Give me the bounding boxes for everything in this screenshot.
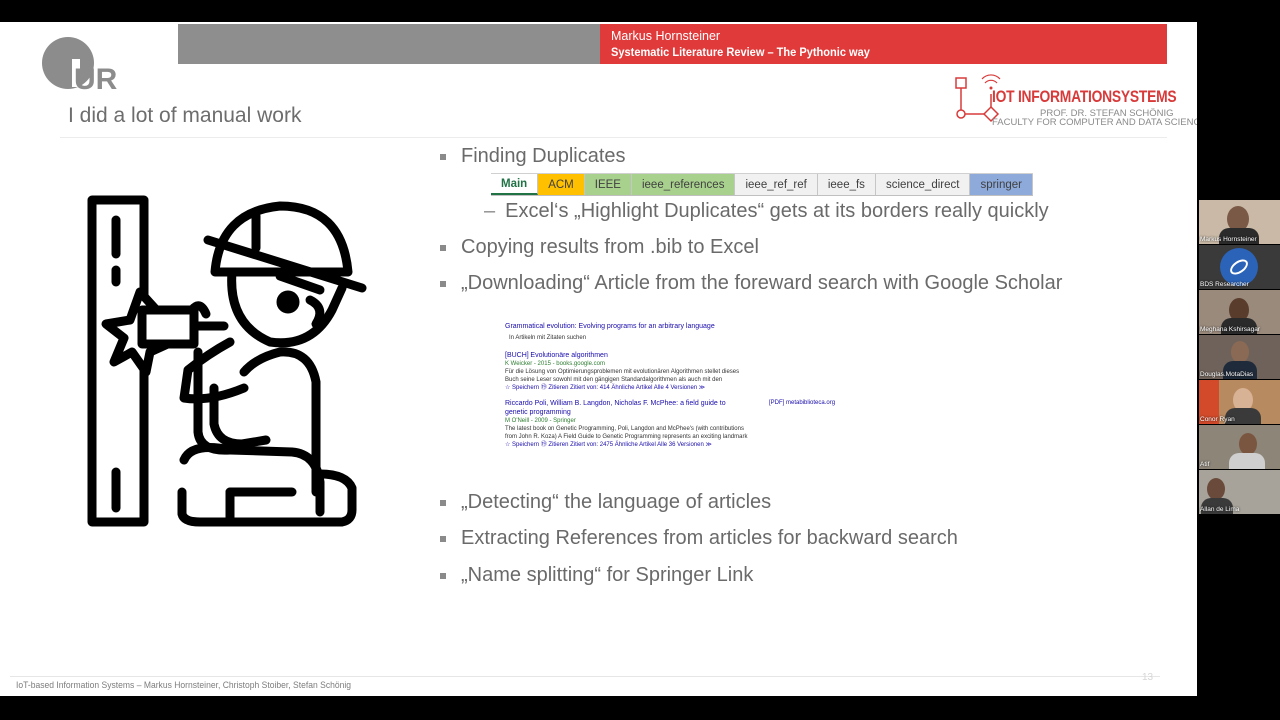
bullet-downloading-articles: „Downloading“ Article from the foreward …	[440, 272, 1062, 295]
participant-name: Markus Hornsteiner	[1200, 236, 1257, 243]
bullet-text: „Downloading“ Article from the foreward …	[461, 272, 1063, 294]
university-logo-icon: UR	[42, 37, 118, 93]
participant-tile[interactable]: Allan de Lima	[1199, 470, 1280, 514]
participant-name: Meghana Kshirsagar	[1200, 326, 1260, 333]
bullet-text: „Detecting“ the language of articles	[461, 491, 772, 513]
header-red-bar: Markus Hornsteiner Systematic Literature…	[600, 24, 1167, 64]
participant-name: Allan de Lima	[1200, 506, 1240, 513]
sheet-tab-ieee-ref-ref: ieee_ref_ref	[735, 174, 818, 195]
participant-name: Conor Ryan	[1200, 416, 1235, 423]
bullet-marker	[440, 535, 446, 542]
bullet-text: Extracting References from articles for …	[461, 527, 958, 549]
participant-name: Atif	[1200, 461, 1210, 468]
slide-title: I did a lot of manual work	[68, 104, 302, 127]
scholar-r2-title: Riccardo Poli, William B. Langdon, Nicho…	[505, 400, 726, 416]
page-number: 13	[1142, 672, 1154, 683]
participant-tile[interactable]: Markus Hornsteiner	[1199, 200, 1280, 244]
scholar-r1-snippet-2: Buch seine Leser sowohl mit den gängigen…	[505, 377, 723, 383]
bullet-copying-results: Copying results from .bib to Excel	[440, 236, 759, 259]
bullet-text: Finding Duplicates	[461, 145, 626, 167]
bullet-marker	[440, 280, 446, 287]
iot-logo-faculty: FACULTY FOR COMPUTER AND DATA SCIENCE	[992, 117, 1197, 128]
scholar-r1-title: Evolutionäre algorithmen	[530, 352, 608, 359]
sub-bullet-highlight-duplicates: – Excel‘s „Highlight Duplicates“ gets at…	[484, 200, 1049, 223]
scholar-r1-meta: K Weicker - 2015 - books.google.com	[505, 361, 605, 367]
bullet-text: Copying results from .bib to Excel	[461, 236, 759, 258]
bullet-finding-duplicates: Finding Duplicates	[440, 145, 626, 168]
bullet-marker	[440, 572, 446, 579]
university-logo-text: UR	[74, 63, 118, 93]
scholar-r2-snippet-1: The latest book on Genetic Programming, …	[505, 426, 744, 432]
bullet-extracting-references: Extracting References from articles for …	[440, 527, 958, 550]
participant-name: Douglas.MotaDias	[1200, 371, 1254, 378]
iot-logo-title: IOT INFORMATIONSYSTEMS	[992, 88, 1177, 106]
participant-tile[interactable]: Meghana Kshirsagar	[1199, 290, 1280, 334]
scholar-r2-links: ☆ Speichern ⑲ Zitieren Zitiert von: 2475…	[505, 442, 712, 448]
sheet-tab-acm: ACM	[538, 174, 585, 195]
sheet-tab-ieee-fs: ieee_fs	[818, 174, 876, 195]
participant-video-strip: Markus Hornsteiner BDS Researcher Meghan…	[1199, 200, 1280, 518]
bullet-name-splitting: „Name splitting“ for Springer Link	[440, 564, 753, 587]
sheet-tab-main: Main	[491, 174, 539, 195]
scholar-top-check: In Artikeln mit Zitaten suchen	[509, 335, 587, 341]
sub-bullet-text: Excel‘s „Highlight Duplicates“ gets at i…	[505, 200, 1049, 222]
bullet-text: „Name splitting“ for Springer Link	[461, 564, 754, 586]
participant-tile[interactable]: Douglas.MotaDias	[1199, 335, 1280, 379]
sub-bullet-marker: –	[484, 200, 496, 222]
presenter-name: Markus Hornsteiner	[611, 29, 721, 43]
scholar-r2-meta: M O'Neill - 2009 - Springer	[505, 418, 576, 424]
scholar-top-title: Grammatical evolution: Evolving programs…	[505, 323, 715, 330]
talk-title: Systematic Literature Review – The Pytho…	[611, 45, 870, 59]
excel-sheet-tabs: Main ACM IEEE ieee_references ieee_ref_r…	[491, 173, 1034, 196]
sheet-tab-ieee: IEEE	[584, 174, 632, 195]
scholar-r1-tag: [BUCH]	[505, 352, 529, 359]
bullet-marker	[440, 244, 446, 251]
footer-divider	[10, 676, 1160, 677]
title-divider	[60, 137, 1167, 138]
participant-name: BDS Researcher	[1200, 281, 1249, 288]
scholar-r2-side: [PDF] metabiblioteca.org	[769, 400, 836, 406]
participant-tile[interactable]: Conor Ryan	[1199, 380, 1280, 424]
google-scholar-screenshot: Grammatical evolution: Evolving programs…	[505, 322, 845, 470]
sheet-tab-ieee-references: ieee_references	[631, 174, 736, 195]
construction-worker-icon	[87, 195, 367, 527]
scholar-r1-snippet-1: Für die Lösung von Optimierungsproblemen…	[505, 369, 740, 375]
bullet-marker	[440, 499, 446, 506]
participant-tile[interactable]: BDS Researcher	[1199, 245, 1280, 289]
scholar-r2-snippet-2: from John R. Koza) A Field Guide to Gene…	[505, 434, 748, 440]
participant-tile[interactable]: Atif	[1199, 425, 1280, 469]
presentation-slide: UR Markus Hornsteiner Systematic Literat…	[0, 22, 1197, 696]
bullet-detecting-language: „Detecting“ the language of articles	[440, 491, 771, 514]
scholar-r1-links: ☆ Speichern ⑲ Zitieren Zitiert von: 414 …	[505, 385, 706, 391]
header-grey-bar	[178, 24, 600, 64]
slide-footer: IoT-based Information Systems – Markus H…	[16, 680, 352, 691]
sheet-tab-springer: springer	[970, 174, 1034, 195]
bullet-marker	[440, 153, 446, 160]
sheet-tab-science-direct: science_direct	[876, 174, 971, 195]
